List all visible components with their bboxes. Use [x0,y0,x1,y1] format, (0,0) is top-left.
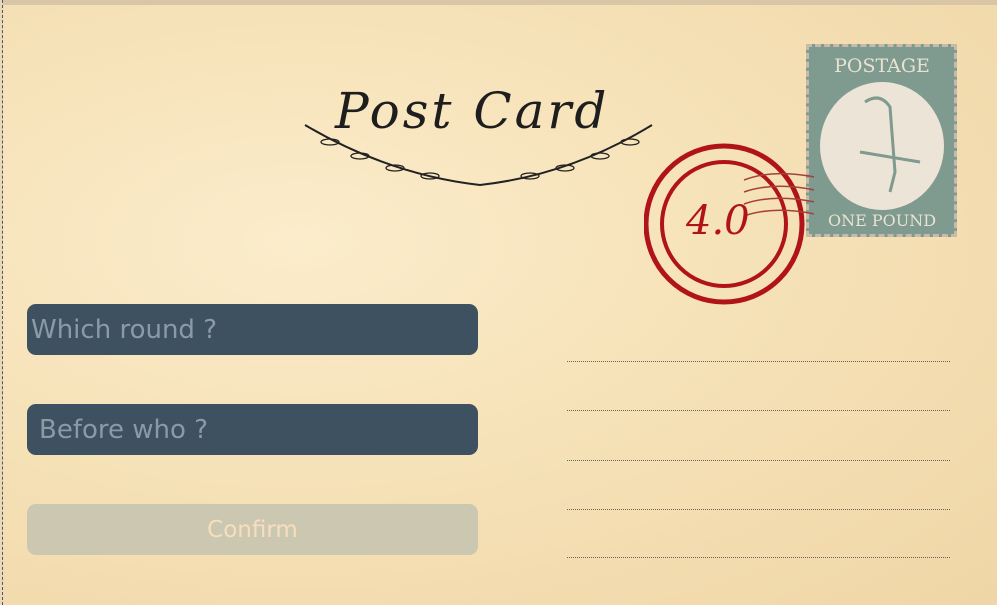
postmark: 4.0 [644,140,814,310]
left-edge [0,0,3,605]
top-border [0,0,997,5]
postmark-version: 4.0 [686,198,750,244]
before-who-input[interactable] [27,404,478,455]
postage-stamp: POSTAGE ONE POUND [806,44,957,237]
address-line [567,361,950,362]
address-line [567,410,950,411]
stamp-top-text: POSTAGE [834,55,930,77]
stamp-bottom-text: ONE POUND [827,211,937,230]
address-line [567,509,950,510]
postcard-title: Post Card [300,80,660,190]
confirm-button[interactable]: Confirm [27,504,478,555]
laurel-icon [304,124,653,187]
round-input[interactable] [27,304,478,355]
address-line [567,460,950,461]
address-line [567,557,950,558]
bird-icon [820,82,944,210]
